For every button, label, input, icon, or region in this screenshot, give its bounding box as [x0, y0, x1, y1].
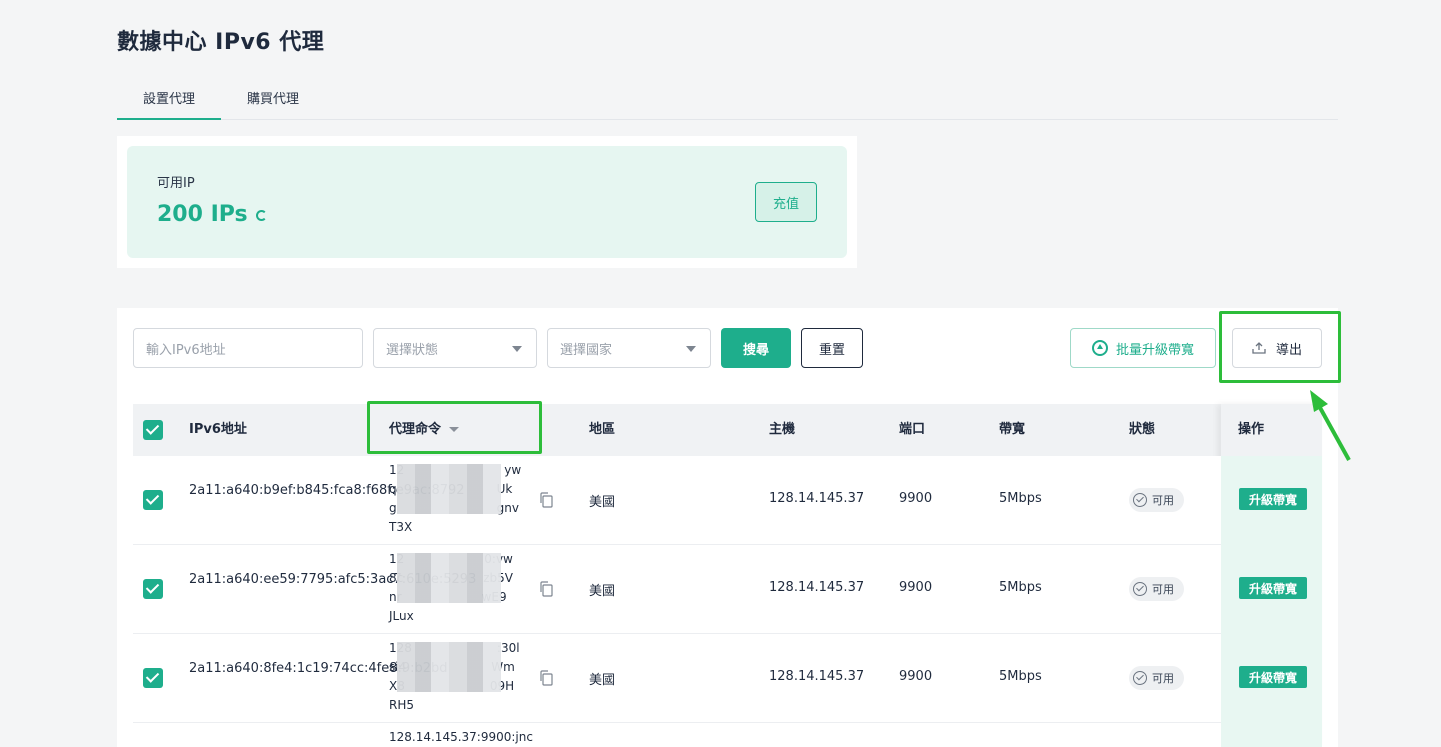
port: 9900 — [899, 491, 933, 506]
region: 美國 — [589, 495, 616, 510]
row-checkbox[interactable] — [143, 490, 163, 510]
header-host: 主機 — [769, 422, 796, 437]
status-badge: 可用 — [1129, 488, 1184, 512]
port: 9900 — [899, 669, 933, 684]
table-row: 2a11:a640:b9ef:b845:fca8:f68f:e9ac:8792 … — [133, 456, 1221, 545]
header-status: 狀態 — [1129, 422, 1156, 437]
redacted-mask — [397, 642, 501, 692]
header-port: 端口 — [899, 422, 926, 437]
upgrade-bandwidth-button[interactable]: 升級帶寬 — [1239, 488, 1307, 510]
redacted-mask — [397, 464, 501, 514]
copy-icon[interactable] — [539, 670, 553, 686]
host: 128.14.145.37 — [769, 669, 865, 684]
port: 9900 — [899, 580, 933, 595]
host: 128.14.145.37 — [769, 580, 865, 595]
status-label: 可用 — [1152, 583, 1174, 596]
ipv6-address: 2a11:a640:8fe4:1c19:74cc:4fe8:9:b2bd — [189, 661, 448, 676]
cmd-line: g — [389, 501, 397, 515]
tab-setup-proxy[interactable]: 設置代理 — [117, 86, 221, 120]
table-row: 2a11:a640:8fe4:1c19:74cc:4fe8:9:b2bd 128… — [133, 634, 1221, 723]
page-title: 數據中心 IPv6 代理 — [117, 30, 325, 55]
redacted-mask — [397, 553, 501, 603]
annotation-arrow-icon — [1310, 390, 1351, 461]
country-select[interactable]: 選擇國家 — [547, 328, 711, 368]
status-select-placeholder: 選擇狀態 — [386, 342, 439, 358]
country-select-placeholder: 選擇國家 — [560, 342, 613, 358]
cmd-line: T3X — [389, 520, 413, 534]
reset-button[interactable]: 重置 — [801, 328, 863, 368]
chevron-down-icon — [686, 346, 696, 352]
table-row: 2a11:a640:ee59:7795:afc5:3ac7:610e:5293 … — [133, 545, 1221, 634]
cmd-line: JLux — [389, 609, 414, 623]
available-ip-card: 可用IP 200 IPs 充值 — [127, 146, 847, 258]
ipv6-search-input[interactable]: 輸入IPv6地址 — [133, 328, 363, 368]
recharge-button[interactable]: 充值 — [755, 182, 817, 222]
copy-icon[interactable] — [539, 581, 553, 597]
cmd-line: RH5 — [389, 698, 414, 712]
table-header: IPv6地址 代理命令 地區 主機 端口 帶寬 狀態 — [133, 404, 1322, 456]
refresh-icon[interactable] — [255, 209, 267, 221]
check-circle-icon — [1133, 493, 1147, 507]
header-region: 地區 — [589, 422, 616, 437]
region: 美國 — [589, 673, 616, 688]
tab-bar: 設置代理 購買代理 — [117, 86, 1338, 120]
upgrade-icon — [1091, 340, 1108, 356]
cmd-line: q — [389, 482, 397, 496]
region: 美國 — [589, 584, 616, 599]
upgrade-bandwidth-button[interactable]: 升級帶寬 — [1239, 666, 1307, 688]
bandwidth: 5Mbps — [999, 491, 1042, 506]
copy-icon[interactable] — [539, 492, 553, 508]
check-circle-icon — [1133, 671, 1147, 685]
header-bandwidth: 帶寬 — [999, 422, 1026, 437]
status-label: 可用 — [1152, 672, 1174, 685]
upgrade-bandwidth-button[interactable]: 升級帶寬 — [1239, 577, 1307, 599]
search-button[interactable]: 搜尋 — [721, 328, 791, 368]
available-ip-label: 可用IP — [157, 176, 195, 191]
available-ip-count: 200 IPs — [157, 202, 248, 227]
host: 128.14.145.37 — [769, 491, 865, 506]
proxy-command: 128.14.145.37:9900:jnc — [389, 730, 533, 744]
highlight-box-command — [367, 401, 542, 454]
status-badge: 可用 — [1129, 577, 1184, 601]
summary-card-wrapper: 可用IP 200 IPs 充值 — [117, 136, 857, 268]
header-ipv6: IPv6地址 — [189, 422, 247, 437]
bulk-upgrade-label: 批量升級帶寬 — [1115, 342, 1194, 358]
ipv6-address: 2a11:a640:b9ef:b845:fca8:f68f:e9ac:8792 — [189, 483, 465, 498]
bandwidth: 5Mbps — [999, 580, 1042, 595]
available-ip-value: 200 IPs — [157, 202, 267, 227]
cmd-line-end: yw — [504, 463, 522, 477]
status-badge: 可用 — [1129, 666, 1184, 690]
row-checkbox[interactable] — [143, 668, 163, 688]
ipv6-address: 2a11:a640:ee59:7795:afc5:3ac7:610e:5293 — [189, 572, 477, 587]
highlight-box-export — [1219, 311, 1341, 383]
select-all-checkbox[interactable] — [143, 420, 163, 440]
bulk-upgrade-bandwidth-button[interactable]: 批量升級帶寬 — [1070, 328, 1216, 368]
status-select[interactable]: 選擇狀態 — [373, 328, 537, 368]
table-row: 128.14.145.37:9900:jnc — [133, 723, 1221, 747]
tab-buy-proxy[interactable]: 購買代理 — [221, 86, 325, 120]
status-label: 可用 — [1152, 494, 1174, 507]
chevron-down-icon — [512, 346, 522, 352]
check-circle-icon — [1133, 582, 1147, 596]
bandwidth: 5Mbps — [999, 669, 1042, 684]
row-checkbox[interactable] — [143, 579, 163, 599]
